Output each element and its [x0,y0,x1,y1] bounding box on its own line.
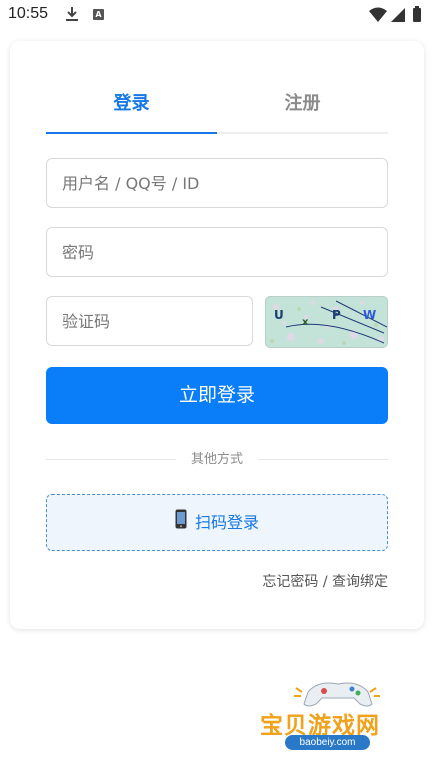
download-icon [64,6,80,26]
svg-text:x: x [302,317,309,328]
svg-text:U: U [274,308,284,322]
login-card: 登录 注册 U x P W 立即登录 [10,41,424,629]
username-input[interactable] [46,158,388,208]
a-badge-icon: A [93,9,104,20]
password-input[interactable] [46,227,388,277]
captcha-input[interactable] [46,296,253,346]
captcha-image[interactable]: U x P W [265,296,388,348]
svg-text:P: P [332,308,341,322]
divider-line-right [258,459,388,460]
qr-login-button[interactable]: 扫码登录 [46,494,388,551]
tab-register[interactable]: 注册 [217,89,388,132]
watermark-logo: 宝贝游戏网 baobeiy.com [258,678,418,768]
phone-icon [175,496,187,551]
other-methods-divider: 其他方式 [46,450,388,470]
active-tab-indicator [46,132,217,134]
login-button[interactable]: 立即登录 [46,367,388,424]
forgot-password-link[interactable]: 忘记密码 / 查询绑定 [262,571,388,591]
watermark-url: baobeiy.com [285,735,370,750]
qr-login-label: 扫码登录 [194,513,259,532]
svg-text:W: W [363,308,376,322]
auth-tabs: 登录 注册 [46,89,388,134]
divider-label: 其他方式 [190,452,243,467]
status-bar: 10:55 A [0,0,434,30]
wifi-icon [369,7,387,22]
status-time: 10:55 [8,5,49,22]
status-icons [368,6,426,28]
signal-icon [391,8,405,22]
battery-icon [413,6,421,22]
tab-login[interactable]: 登录 [46,89,217,132]
